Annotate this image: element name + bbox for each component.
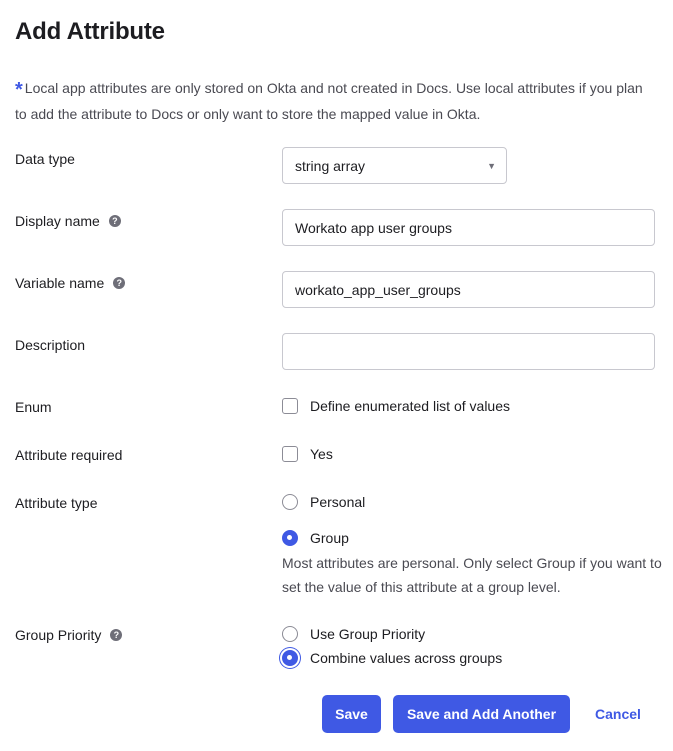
variable-name-label-text: Variable name (15, 275, 105, 291)
attribute-type-label: Attribute type (15, 495, 98, 511)
dialog-title: Add Attribute (15, 18, 165, 45)
variable-name-label: Variable name ? (15, 275, 126, 291)
attribute-type-group-option[interactable]: Group (282, 530, 349, 546)
combine-values-radio[interactable] (282, 650, 298, 666)
help-circle-icon[interactable]: ? (113, 277, 126, 289)
enum-label-text: Enum (15, 399, 52, 415)
attribute-required-option[interactable]: Yes (282, 446, 333, 462)
help-circle-icon[interactable]: ? (110, 629, 123, 641)
attribute-type-group-radio[interactable] (282, 530, 298, 546)
group-priority-combine-option[interactable]: Combine values across groups (282, 650, 502, 666)
attribute-required-label-text: Attribute required (15, 447, 123, 463)
data-type-select[interactable]: string array ▼ (282, 147, 507, 184)
variable-name-input[interactable]: workato_app_user_groups (282, 271, 655, 308)
attribute-type-label-text: Attribute type (15, 495, 98, 511)
attribute-required-option-label: Yes (310, 446, 333, 462)
help-circle-icon[interactable]: ? (108, 215, 121, 227)
description-label: Description (15, 337, 85, 353)
save-button[interactable]: Save (322, 695, 381, 733)
data-type-label-text: Data type (15, 151, 75, 167)
local-attribute-notice: * Local app attributes are only stored on… (15, 76, 655, 126)
use-group-priority-radio[interactable] (282, 626, 298, 642)
display-name-input[interactable]: Workato app user groups (282, 209, 655, 246)
combine-values-label: Combine values across groups (310, 650, 503, 666)
save-and-add-another-button[interactable]: Save and Add Another (393, 695, 570, 733)
asterisk-icon: * (15, 79, 23, 101)
enum-label: Enum (15, 399, 52, 415)
cancel-button[interactable]: Cancel (586, 695, 650, 733)
display-name-label-text: Display name (15, 213, 100, 229)
description-label-text: Description (15, 337, 86, 353)
data-type-value: string array (295, 157, 366, 174)
attribute-type-personal-option[interactable]: Personal (282, 494, 365, 510)
use-group-priority-label: Use Group Priority (310, 626, 426, 642)
group-priority-label: Group Priority ? (15, 627, 123, 643)
variable-name-value: workato_app_user_groups (295, 281, 461, 298)
display-name-label: Display name ? (15, 213, 121, 229)
attribute-required-label: Attribute required (15, 447, 122, 463)
enum-checkbox[interactable] (282, 398, 298, 414)
group-priority-use-option[interactable]: Use Group Priority (282, 626, 425, 642)
description-input[interactable] (282, 333, 655, 370)
caret-down-icon: ▼ (487, 160, 496, 171)
attribute-type-group-label: Group (310, 530, 349, 546)
data-type-label: Data type (15, 151, 75, 167)
attribute-type-personal-radio[interactable] (282, 494, 298, 510)
enum-checkbox-option[interactable]: Define enumerated list of values (282, 398, 510, 414)
attribute-required-checkbox[interactable] (282, 446, 298, 462)
display-name-value: Workato app user groups (295, 219, 452, 236)
attribute-type-personal-label: Personal (310, 494, 366, 510)
attribute-type-hint: Most attributes are personal. Only selec… (282, 555, 662, 595)
notice-text: Local app attributes are only stored on … (15, 80, 643, 122)
group-priority-label-text: Group Priority (15, 627, 102, 643)
enum-option-label: Define enumerated list of values (310, 398, 510, 414)
